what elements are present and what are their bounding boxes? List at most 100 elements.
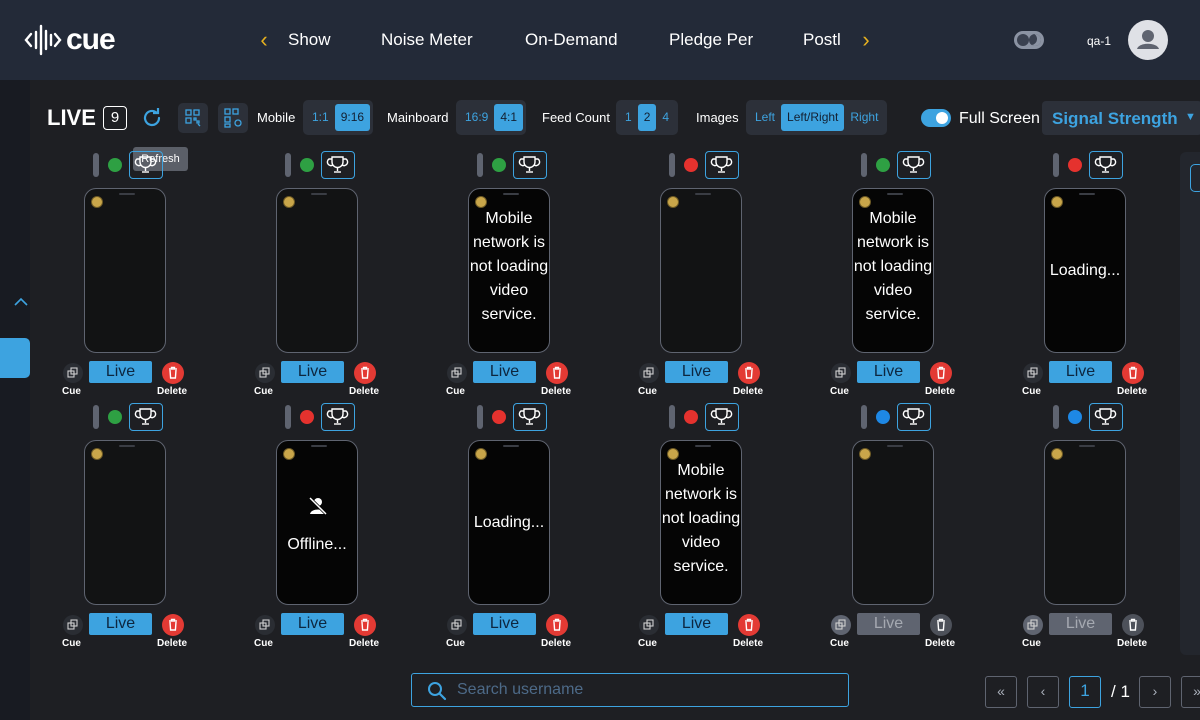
trophy-button[interactable] (897, 151, 931, 179)
live-button[interactable]: Live (1049, 613, 1112, 635)
phone-preview[interactable] (1044, 440, 1126, 605)
trophy-button[interactable] (897, 403, 931, 431)
phone-preview[interactable] (84, 188, 166, 353)
delete-button[interactable] (1122, 362, 1144, 384)
live-button[interactable]: Live (473, 613, 536, 635)
delete-button[interactable] (1122, 614, 1144, 636)
live-button[interactable]: Live (665, 361, 728, 383)
tab-noise-meter[interactable]: Noise Meter (381, 30, 473, 50)
chevron-up-icon[interactable] (14, 296, 28, 310)
signal-toggle[interactable] (477, 153, 483, 177)
delete-button[interactable] (162, 614, 184, 636)
delete-button[interactable] (546, 362, 568, 384)
signal-toggle[interactable] (669, 153, 675, 177)
cue-button[interactable] (63, 363, 83, 383)
delete-button[interactable] (738, 614, 760, 636)
live-button[interactable]: Live (89, 613, 152, 635)
signal-toggle[interactable] (93, 153, 99, 177)
trophy-button[interactable] (321, 151, 355, 179)
phone-preview[interactable] (84, 440, 166, 605)
images-position-option[interactable]: Left/Right (781, 104, 845, 131)
nav-next-icon[interactable]: › (856, 26, 876, 54)
cue-button[interactable] (255, 363, 275, 383)
cue-button[interactable] (63, 615, 83, 635)
signal-toggle[interactable] (1053, 153, 1059, 177)
trophy-button[interactable] (513, 151, 547, 179)
live-button[interactable]: Live (473, 361, 536, 383)
search-input[interactable] (457, 679, 837, 701)
trophy-button[interactable] (705, 151, 739, 179)
phone-preview[interactable]: Mobile network is not loading video serv… (468, 188, 550, 353)
signal-toggle[interactable] (669, 405, 675, 429)
phone-preview[interactable]: Offline... (276, 440, 358, 605)
signal-toggle[interactable] (861, 405, 867, 429)
cue-button[interactable] (1023, 615, 1043, 635)
qr-code-button[interactable] (178, 103, 208, 133)
cue-logo[interactable]: cue (24, 20, 116, 60)
feed-count-option[interactable]: 2 (637, 104, 657, 131)
images-position-option[interactable]: Left (749, 104, 781, 131)
phone-preview[interactable]: Loading... (1044, 188, 1126, 353)
feed-count-option[interactable]: 1 (619, 104, 638, 131)
cue-button[interactable] (447, 615, 467, 635)
tab-postl[interactable]: Postl (803, 30, 843, 50)
live-button[interactable]: Live (281, 613, 344, 635)
refresh-button[interactable] (140, 106, 164, 130)
avatar[interactable] (1128, 20, 1168, 60)
cue-button[interactable] (831, 363, 851, 383)
cue-button[interactable] (639, 615, 659, 635)
tab-on-demand[interactable]: On-Demand (525, 30, 618, 50)
live-button[interactable]: Live (857, 613, 920, 635)
tab-show[interactable]: Show (288, 30, 331, 50)
images-position-option[interactable]: Right (844, 104, 884, 131)
live-button[interactable]: Live (1049, 361, 1112, 383)
sidebar-expand-tab[interactable] (0, 338, 30, 378)
qr-code-settings-button[interactable] (218, 103, 248, 133)
tab-pledge-per[interactable]: Pledge Per (669, 30, 753, 50)
cue-button[interactable] (831, 615, 851, 635)
cue-button[interactable] (1023, 363, 1043, 383)
phone-preview[interactable] (852, 440, 934, 605)
cue-button[interactable] (255, 615, 275, 635)
phone-preview[interactable] (276, 188, 358, 353)
live-button[interactable]: Live (665, 613, 728, 635)
trophy-button[interactable] (129, 151, 163, 179)
current-page[interactable]: 1 (1069, 676, 1101, 708)
phone-preview[interactable] (660, 188, 742, 353)
live-button[interactable]: Live (281, 361, 344, 383)
delete-button[interactable] (354, 614, 376, 636)
delete-button[interactable] (930, 362, 952, 384)
mobile-ratio-option[interactable]: 1:1 (306, 104, 335, 131)
nav-prev-icon[interactable]: ‹ (254, 26, 274, 54)
trophy-button[interactable] (513, 403, 547, 431)
full-screen-toggle[interactable] (921, 109, 951, 127)
delete-button[interactable] (930, 614, 952, 636)
next-page-button[interactable]: › (1139, 676, 1171, 708)
delete-button[interactable] (162, 362, 184, 384)
cue-button[interactable] (639, 363, 659, 383)
signal-toggle[interactable] (285, 153, 291, 177)
phone-preview[interactable]: Mobile network is not loading video serv… (660, 440, 742, 605)
trophy-button[interactable] (1089, 403, 1123, 431)
first-page-button[interactable]: « (985, 676, 1017, 708)
live-button[interactable]: Live (89, 361, 152, 383)
phone-preview[interactable]: Loading... (468, 440, 550, 605)
last-page-button[interactable]: » (1181, 676, 1200, 708)
trophy-button[interactable] (705, 403, 739, 431)
trophy-button[interactable] (321, 403, 355, 431)
mainboard-ratio-option[interactable]: 16:9 (459, 104, 494, 131)
signal-toggle[interactable] (477, 405, 483, 429)
signal-toggle[interactable] (93, 405, 99, 429)
signal-toggle[interactable] (285, 405, 291, 429)
mainboard-ratio-option[interactable]: 4:1 (494, 104, 524, 131)
prev-page-button[interactable]: ‹ (1027, 676, 1059, 708)
dark-mode-toggle[interactable] (1014, 31, 1044, 49)
trophy-button[interactable] (129, 403, 163, 431)
feed-count-option[interactable]: 4 (656, 104, 675, 131)
live-button[interactable]: Live (857, 361, 920, 383)
signal-strength-dropdown[interactable]: Signal Strength ▼ (1042, 101, 1200, 135)
signal-toggle[interactable] (1053, 405, 1059, 429)
trophy-button[interactable] (1089, 151, 1123, 179)
delete-button[interactable] (546, 614, 568, 636)
cue-button[interactable] (447, 363, 467, 383)
